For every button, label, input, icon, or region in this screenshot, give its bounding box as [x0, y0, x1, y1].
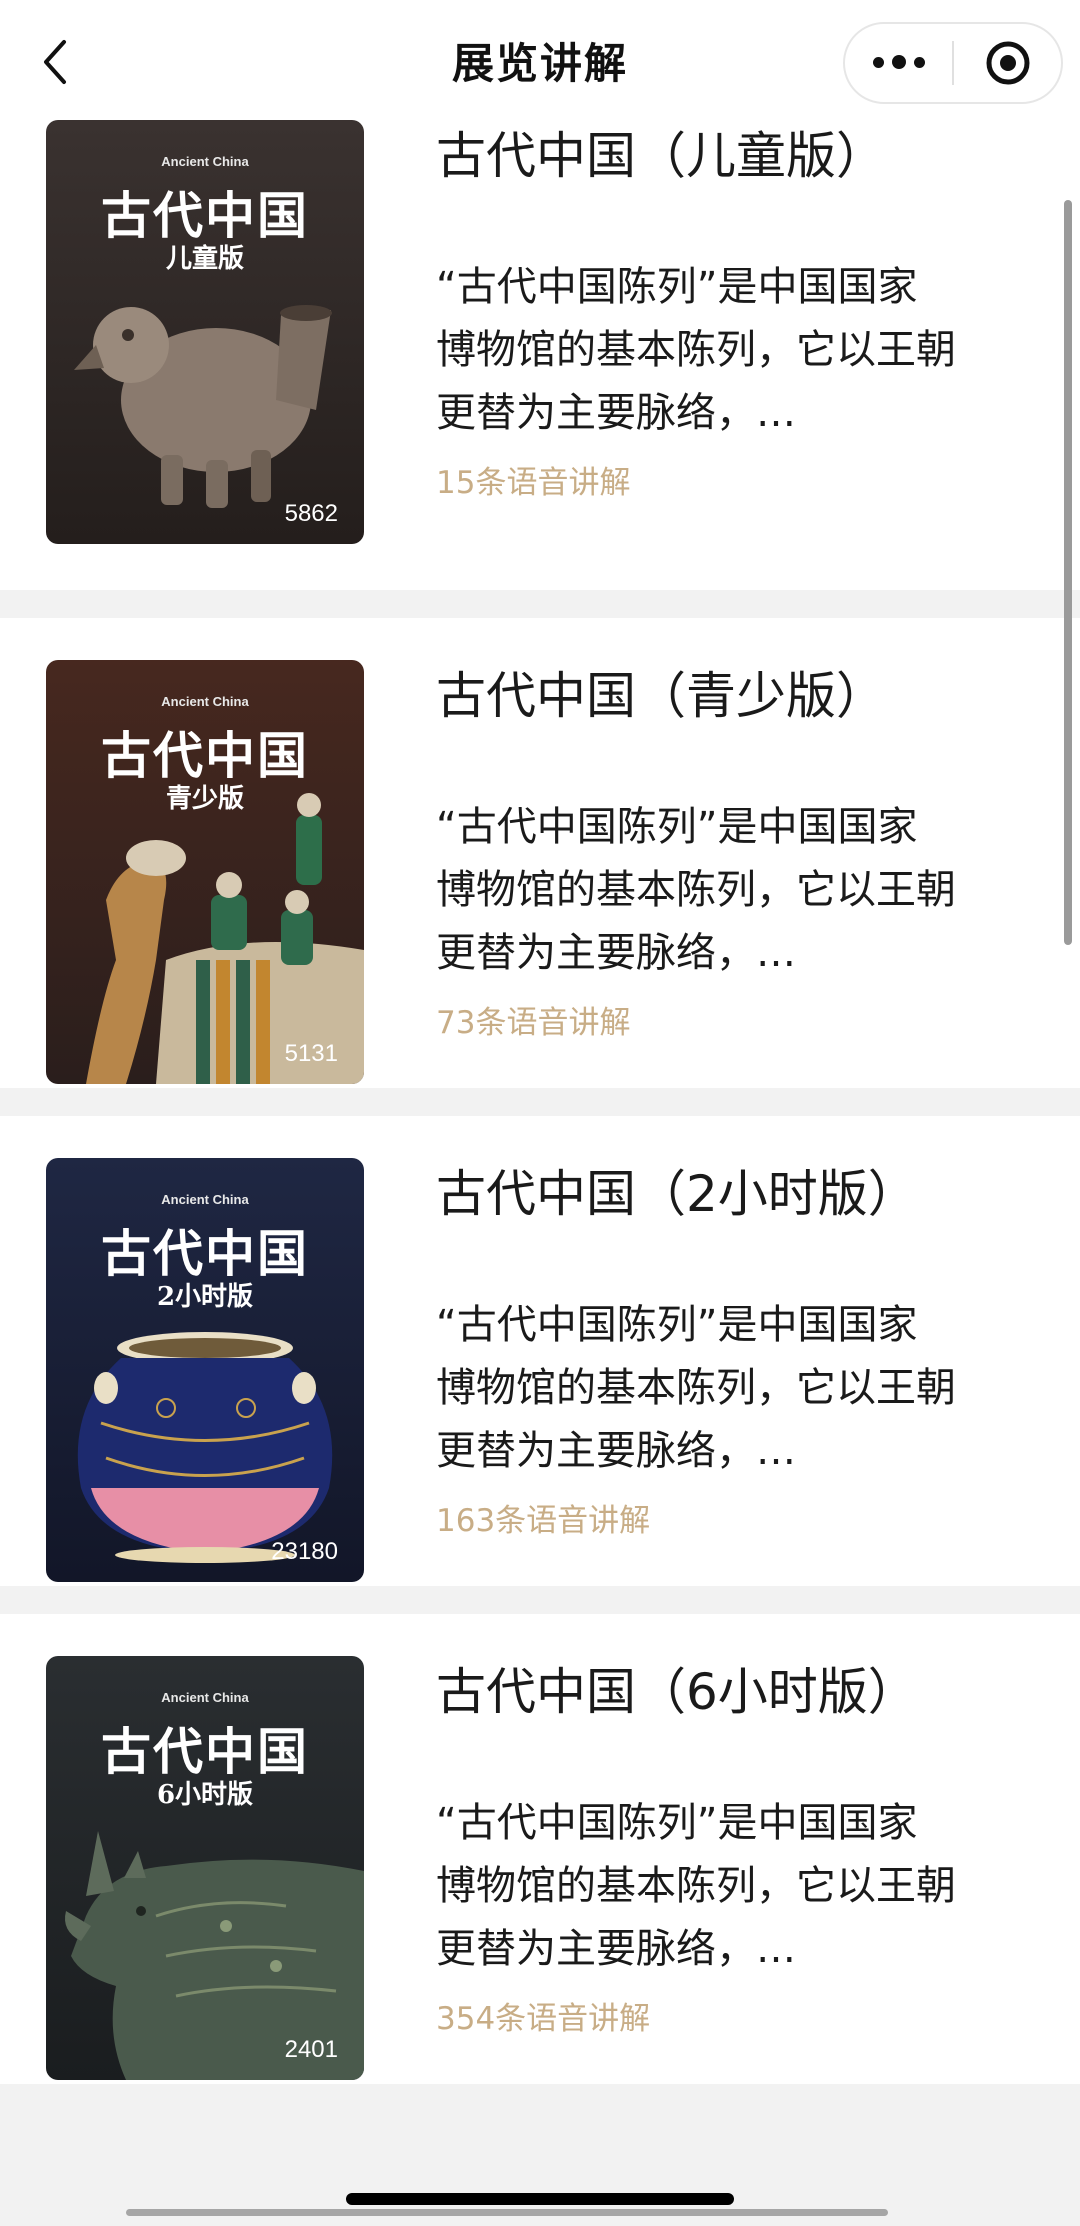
cover-english-title: Ancient China: [161, 154, 249, 169]
cover-subtitle: 儿童版: [165, 244, 244, 274]
audio-guide-count: 163条语音讲解: [436, 1503, 651, 1539]
cover-subtitle: 6小时版: [156, 1780, 254, 1810]
view-count: 5131: [284, 1040, 338, 1067]
item-info: 古代中国（2小时版） “古代中国陈列”是中国国家博物馆的基本陈列，它以王朝更替为…: [436, 1164, 1036, 1540]
item-title: 古代中国（6小时版）: [436, 1663, 918, 1721]
item-info: 古代中国（6小时版） “古代中国陈列”是中国国家博物馆的基本陈列，它以王朝更替为…: [436, 1662, 1036, 2038]
list-item[interactable]: Ancient China 古代中国 2小时版 23180 古代中国（2小时版）…: [0, 1116, 1080, 1586]
list-item[interactable]: Ancient China 古代中国 青少版 5131 古代中国（青少版） “古…: [0, 618, 1080, 1088]
close-mini-program-button[interactable]: [954, 24, 1061, 102]
more-dots-icon: [872, 55, 925, 70]
cover-subtitle: 2小时版: [156, 1282, 254, 1312]
item-title: 古代中国（青少版）: [436, 667, 886, 725]
item-description: “古代中国陈列”是中国国家博物馆的基本陈列，它以王朝更替为主要脉络，…: [436, 264, 956, 436]
audio-guide-count: 15条语音讲解: [436, 465, 631, 501]
cover-image: Ancient China 古代中国 儿童版 5862: [46, 120, 364, 544]
cover-subtitle: 青少版: [165, 784, 244, 814]
audio-guide-count: 354条语音讲解: [436, 2001, 651, 2037]
view-count: 23180: [271, 1538, 338, 1565]
navigation-bar: 展览讲解: [0, 0, 1080, 120]
cover-image: Ancient China 古代中国 2小时版 23180: [46, 1158, 364, 1582]
cover-english-title: Ancient China: [161, 1192, 249, 1207]
cover-image: Ancient China 古代中国 6小时版 2401: [46, 1656, 364, 2080]
item-info: 古代中国（青少版） “古代中国陈列”是中国国家博物馆的基本陈列，它以王朝更替为主…: [436, 666, 1036, 1042]
item-description: “古代中国陈列”是中国国家博物馆的基本陈列，它以王朝更替为主要脉络，…: [436, 1800, 956, 1972]
page: 展览讲解 Ancient China 古代中国 儿童版 5862 古代中国（儿童…: [0, 0, 1080, 2226]
vertical-scrollbar[interactable]: [1064, 200, 1072, 945]
exhibition-list: Ancient China 古代中国 儿童版 5862 古代中国（儿童版） “古…: [0, 120, 1080, 2112]
cover-image: Ancient China 古代中国 青少版 5131: [46, 660, 364, 1084]
mini-program-capsule: [843, 22, 1063, 104]
item-description: “古代中国陈列”是中国国家博物馆的基本陈列，它以王朝更替为主要脉络，…: [436, 1302, 956, 1474]
item-title: 古代中国（2小时版）: [436, 1165, 918, 1223]
cover-english-title: Ancient China: [161, 694, 249, 709]
home-indicator[interactable]: [346, 2193, 734, 2205]
horizontal-scrollbar[interactable]: [126, 2209, 888, 2216]
view-count: 2401: [284, 2036, 338, 2063]
list-item[interactable]: Ancient China 古代中国 儿童版 5862 古代中国（儿童版） “古…: [0, 120, 1080, 590]
view-count: 5862: [284, 500, 338, 527]
list-item[interactable]: Ancient China 古代中国 6小时版 2401 古代中国（6小时版） …: [0, 1614, 1080, 2084]
target-circle-icon: [986, 41, 1029, 85]
item-title: 古代中国（儿童版）: [436, 127, 886, 185]
item-description: “古代中国陈列”是中国国家博物馆的基本陈列，它以王朝更替为主要脉络，…: [436, 804, 956, 976]
more-button[interactable]: [845, 24, 952, 102]
audio-guide-count: 73条语音讲解: [436, 1005, 631, 1041]
item-info: 古代中国（儿童版） “古代中国陈列”是中国国家博物馆的基本陈列，它以王朝更替为主…: [436, 126, 1036, 502]
cover-english-title: Ancient China: [161, 1690, 249, 1705]
